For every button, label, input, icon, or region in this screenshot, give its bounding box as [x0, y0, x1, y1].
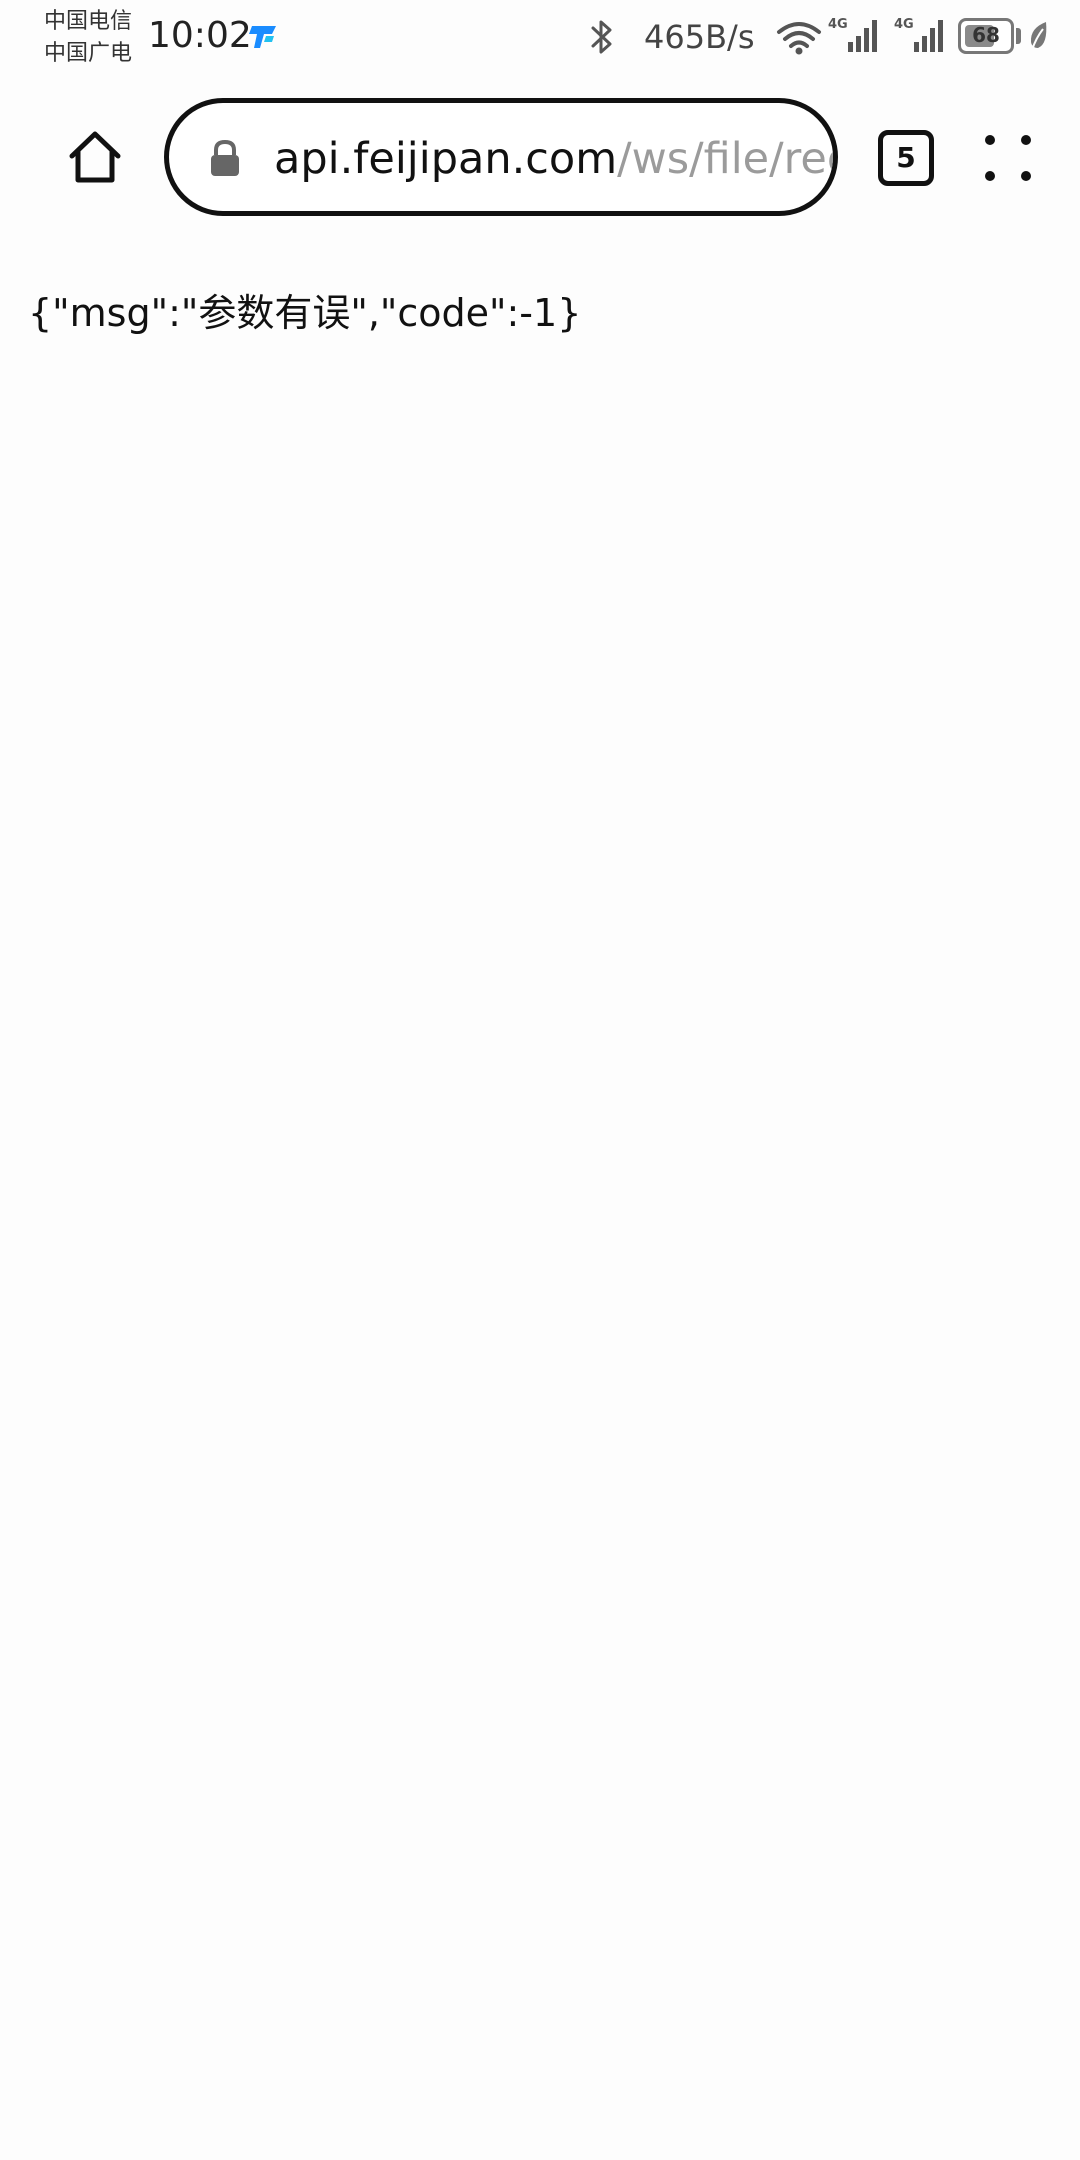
home-icon [69, 131, 121, 183]
power-saving-leaf-icon [1030, 22, 1047, 51]
url-path: /ws/file/rec [617, 134, 838, 184]
lock-icon [211, 139, 239, 176]
battery-icon: 68 [958, 18, 1022, 54]
tab-switcher-button[interactable]: 5 [878, 130, 934, 186]
home-button[interactable] [62, 124, 128, 190]
battery-level: 68 [972, 23, 1000, 47]
carrier-labels: 中国电信 中国广电 [44, 6, 144, 70]
network-speed: 465B/s [644, 18, 755, 56]
notification-app-icon [249, 26, 276, 48]
wifi-icon [777, 22, 821, 55]
status-bar: 中国电信 中国广电 10:02 465B/s 4G 4G 68 [0, 0, 1080, 74]
cellular-signal-icon: 4G [828, 17, 877, 52]
bluetooth-icon [591, 20, 612, 54]
status-clock: 10:02 [148, 15, 252, 56]
tab-count: 5 [896, 141, 916, 174]
network-type-2: 4G [894, 17, 914, 32]
menu-dots-icon[interactable] [982, 132, 1034, 184]
network-type-1: 4G [828, 17, 848, 32]
carrier-1-label: 中国电信 [44, 9, 133, 34]
address-bar[interactable]: api.feijipan.com/ws/file/rec [164, 98, 838, 216]
cellular-signal-icon-2: 4G [894, 17, 943, 52]
url-text[interactable]: api.feijipan.com/ws/file/rec [274, 133, 838, 185]
url-domain: api.feijipan.com [274, 134, 618, 184]
json-response-text: {"msg":"参数有误","code":-1} [28, 291, 582, 335]
carrier-2-label: 中国广电 [44, 41, 133, 66]
